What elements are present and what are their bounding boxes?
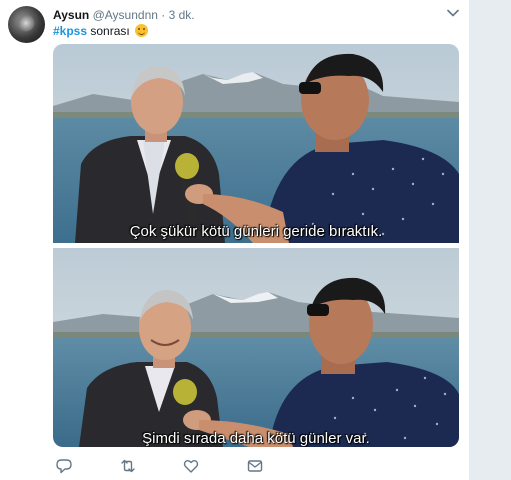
- tweet-header: Aysun @Aysundnn · 3 dk.: [53, 7, 463, 23]
- avatar-image: [17, 14, 35, 32]
- timestamp[interactable]: 3 dk.: [169, 8, 195, 22]
- separator: ·: [161, 8, 166, 22]
- retweet-icon[interactable]: [119, 458, 137, 474]
- grinning-face-icon: [135, 24, 149, 37]
- chevron-down-icon[interactable]: [447, 9, 459, 17]
- tweet-actions: [53, 458, 313, 476]
- timeline-gutter: [469, 0, 511, 480]
- user-handle[interactable]: @Aysundnn: [93, 8, 158, 22]
- like-icon[interactable]: [182, 458, 200, 474]
- media-frame-2: Şimdi sırada daha kötü günler var.: [53, 248, 459, 447]
- direct-message-icon[interactable]: [246, 458, 264, 474]
- subtitle-1: Çok şükür kötü günleri geride bıraktık.: [129, 223, 383, 240]
- tweet-text-body: sonrası: [87, 24, 130, 38]
- hashtag-link[interactable]: #kpss: [53, 24, 87, 38]
- display-name[interactable]: Aysun: [53, 8, 89, 22]
- reply-icon[interactable]: [55, 458, 73, 474]
- frame-1-scene: [53, 44, 459, 243]
- tweet-media[interactable]: Çok şükür kötü günleri geride bıraktık.: [53, 44, 459, 447]
- frame-2-scene: [53, 248, 459, 447]
- tweet-text: #kpss sonrası: [53, 23, 149, 39]
- media-frame-1: Çok şükür kötü günleri geride bıraktık.: [53, 44, 459, 243]
- subtitle-2: Şimdi sırada daha kötü günler var.: [142, 430, 370, 447]
- avatar[interactable]: [8, 6, 45, 43]
- tweet-card[interactable]: Aysun @Aysundnn · 3 dk. #kpss sonrası Ço…: [0, 0, 469, 480]
